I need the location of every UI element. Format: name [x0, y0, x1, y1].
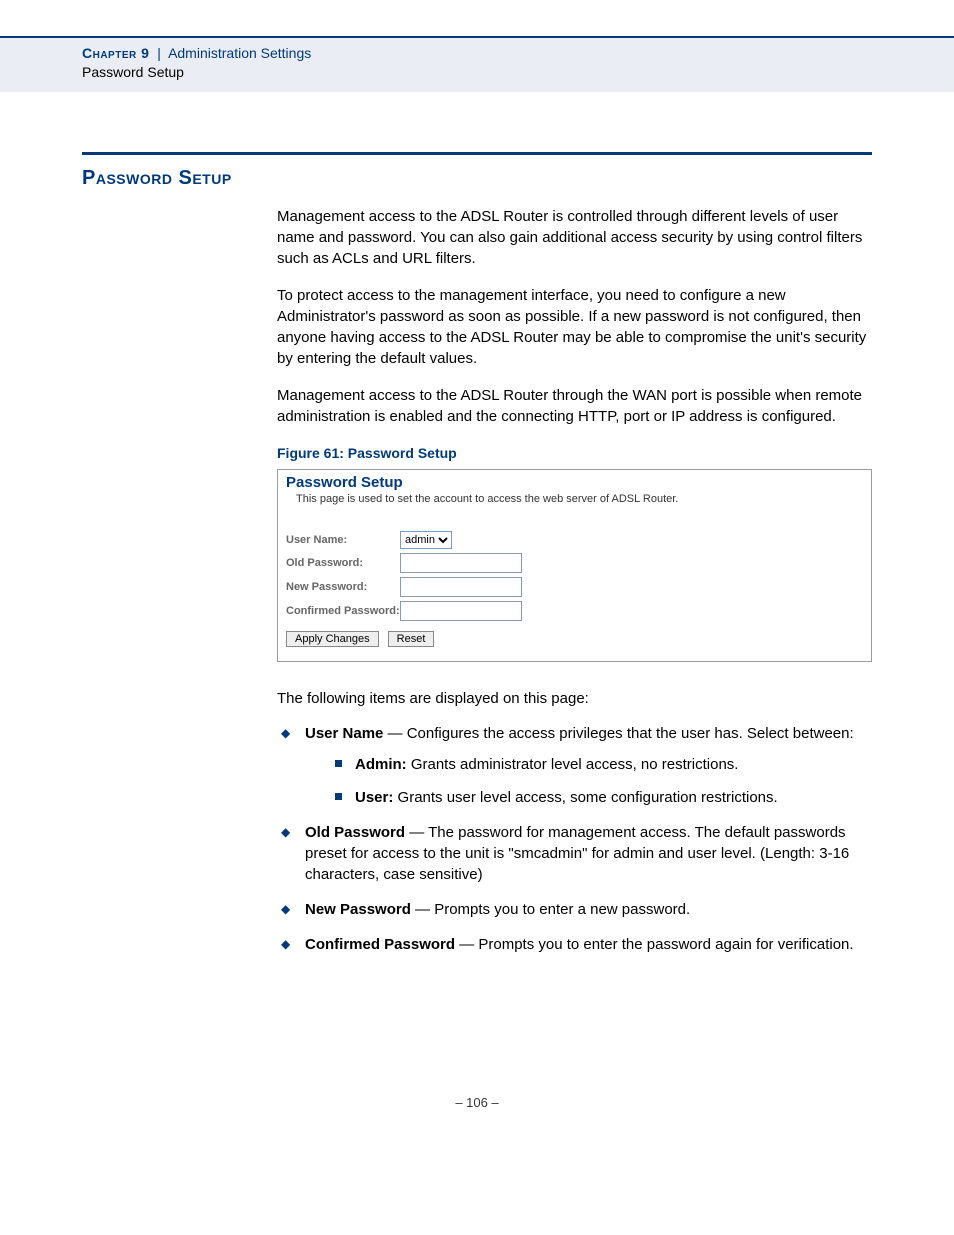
section-rule [82, 152, 872, 155]
item-list: User Name — Configures the access privil… [277, 723, 872, 955]
item-username-label: User Name [305, 725, 383, 742]
subitem-user: User: Grants user level access, some con… [333, 787, 872, 808]
content-area: Password Setup Management access to the … [82, 152, 872, 955]
figure-caption: Figure 61: Password Setup [277, 445, 872, 461]
header-divider: | [153, 45, 165, 61]
subitem-admin-label: Admin: [355, 756, 407, 773]
item-confirmedpassword-label: Confirmed Password [305, 936, 455, 953]
username-sublist: Admin: Grants administrator level access… [333, 754, 872, 808]
form-row-confirmedpassword: Confirmed Password: [286, 601, 863, 621]
figure-panel: Password Setup This page is used to set … [277, 469, 872, 662]
item-confirmedpassword: Confirmed Password — Prompts you to ente… [277, 934, 872, 955]
item-newpassword: New Password — Prompts you to enter a ne… [277, 899, 872, 920]
items-intro: The following items are displayed on thi… [277, 690, 872, 707]
item-oldpassword-label: Old Password [305, 824, 405, 841]
item-oldpassword: Old Password — The password for manageme… [277, 822, 872, 885]
subitem-admin-text: Grants administrator level access, no re… [407, 756, 739, 773]
label-username: User Name: [286, 534, 400, 546]
subitem-admin: Admin: Grants administrator level access… [333, 754, 872, 775]
subitem-user-label: User: [355, 789, 393, 806]
chapter-label: Chapter 9 [82, 45, 149, 61]
paragraph-1: Management access to the ADSL Router is … [277, 206, 872, 269]
apply-changes-button[interactable]: Apply Changes [286, 631, 379, 647]
label-confirmedpassword: Confirmed Password: [286, 605, 400, 617]
input-newpassword[interactable] [400, 577, 522, 597]
item-username-text: — Configures the access privileges that … [383, 725, 853, 742]
subitem-user-text: Grants user level access, some configura… [393, 789, 777, 806]
header-section: Administration Settings [168, 45, 311, 61]
form-row-oldpassword: Old Password: [286, 553, 863, 573]
figure-title: Password Setup [286, 474, 863, 491]
label-newpassword: New Password: [286, 581, 400, 593]
form-row-newpassword: New Password: [286, 577, 863, 597]
page-header: Chapter 9 | Administration Settings Pass… [0, 36, 954, 92]
header-subsection: Password Setup [82, 64, 184, 80]
item-newpassword-text: — Prompts you to enter a new password. [411, 901, 690, 918]
item-confirmedpassword-text: — Prompts you to enter the password agai… [455, 936, 854, 953]
top-margin [0, 0, 954, 36]
page-number: – 106 – [0, 1095, 954, 1110]
select-username[interactable]: admin [400, 531, 452, 549]
input-oldpassword[interactable] [400, 553, 522, 573]
input-confirmedpassword[interactable] [400, 601, 522, 621]
item-username: User Name — Configures the access privil… [277, 723, 872, 808]
section-title: Password Setup [82, 167, 872, 190]
item-newpassword-label: New Password [305, 901, 411, 918]
paragraph-3: Management access to the ADSL Router thr… [277, 385, 872, 427]
button-row: Apply Changes Reset [286, 631, 863, 647]
reset-button[interactable]: Reset [388, 631, 435, 647]
figure-description: This page is used to set the account to … [296, 493, 863, 505]
paragraph-2: To protect access to the management inte… [277, 285, 872, 369]
label-oldpassword: Old Password: [286, 557, 400, 569]
form-row-username: User Name: admin [286, 531, 863, 549]
